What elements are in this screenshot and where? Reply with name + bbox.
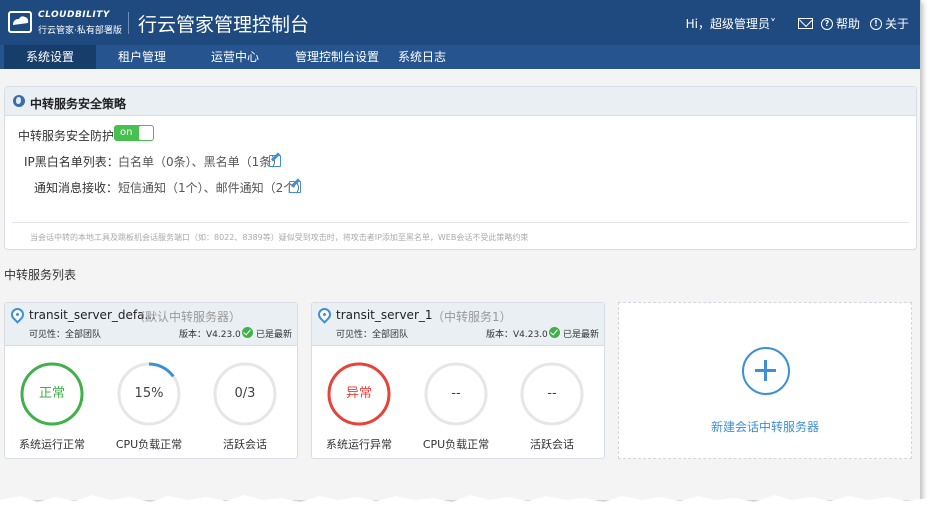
toggle-label: on [120, 127, 133, 138]
about-label: 关于 [884, 17, 909, 31]
sessions-caption: 活跃会话 [223, 438, 267, 451]
toggle-knob [139, 126, 153, 140]
console-window: CLOUDBILITY 行云管家·私有部署版 行云管家管理控制台 Hi，超级管理… [0, 0, 921, 500]
tab-system-log[interactable]: 系统日志 [392, 45, 452, 69]
policy-note: 当会话中转的本地工具及跳板机会话服务端口（如：8022、8389等）疑似受到攻击… [30, 233, 529, 242]
check-circle-icon [242, 327, 253, 338]
cpu-gauge: -- [424, 362, 488, 426]
add-server-card[interactable]: 新建会话中转服务器 [618, 302, 912, 459]
sessions-value: 0/3 [234, 386, 256, 401]
location-pin-icon [8, 305, 27, 324]
ip-list-label: IP黑白名单列表： [24, 155, 119, 169]
edit-ip-list-icon[interactable] [269, 155, 281, 167]
logo-tagline: 行云管家·私有部署版 [38, 26, 122, 36]
cpu-value: -- [451, 386, 461, 401]
logo-name: CLOUDBILITY [38, 10, 110, 20]
user-greeting: Hi，超级管理员 [685, 17, 770, 31]
location-pin-icon [315, 305, 334, 324]
main-nav: 系统设置 租户管理 运营中心 管理控制台设置 系统日志 [0, 45, 920, 69]
edit-notify-icon[interactable] [289, 181, 301, 193]
status-caption: 系统运行异常 [326, 438, 392, 451]
user-menu[interactable]: Hi，超级管理员˅ [686, 15, 776, 32]
help-link[interactable]: ? 帮助 [820, 15, 860, 32]
chevron-down-icon: ˅ [769, 17, 776, 31]
sessions-gauge: 0/3 [213, 362, 277, 426]
notify-label: 通知消息接收： [34, 181, 119, 195]
server-card-header: transit_server_1 （中转服务1） 可见性：全部团队 版本：V4.… [312, 303, 604, 346]
server-visibility: 可见性：全部团队 [336, 330, 409, 340]
plus-circle-icon[interactable] [742, 347, 790, 395]
add-server-label[interactable]: 新建会话中转服务器 [619, 418, 911, 435]
server-name[interactable]: transit_server_1 [336, 308, 433, 322]
status-value: 正常 [38, 386, 65, 401]
server-card[interactable]: transit_server_1 （中转服务1） 可见性：全部团队 版本：V4.… [311, 302, 605, 459]
status-value: 异常 [345, 386, 372, 401]
server-version: 版本：V4.23.0 [486, 330, 548, 340]
help-icon: ? [820, 17, 833, 30]
help-label: 帮助 [835, 17, 860, 31]
sessions-value: -- [547, 386, 557, 401]
tab-console-settings[interactable]: 管理控制台设置 [282, 45, 392, 69]
tab-tenant-management[interactable]: 租户管理 [96, 45, 188, 69]
panel-title: 中转服务安全策略 [30, 97, 127, 111]
security-protect-toggle[interactable]: on [114, 125, 154, 141]
tab-system-settings[interactable]: 系统设置 [4, 45, 96, 69]
server-latest: 已是最新 [563, 330, 600, 340]
server-card-header: transit_server_defa... （默认中转服务器） 可见性：全部团… [5, 303, 297, 346]
check-circle-icon [549, 327, 560, 338]
status-gauge: 异常 [327, 362, 391, 426]
sessions-caption: 活跃会话 [530, 438, 574, 451]
server-visibility: 可见性：全部团队 [29, 330, 102, 340]
cloud-logo-icon [8, 11, 32, 33]
status-caption: 系统运行正常 [19, 438, 85, 451]
server-latest: 已是最新 [256, 330, 293, 340]
status-gauge: 正常 [20, 362, 84, 426]
top-header: CLOUDBILITY 行云管家·私有部署版 行云管家管理控制台 Hi，超级管理… [0, 0, 920, 45]
server-subtitle: （默认中转服务器） [133, 310, 242, 324]
sessions-gauge: -- [520, 362, 584, 426]
app-title: 行云管家管理控制台 [138, 14, 310, 36]
brand-logo[interactable]: CLOUDBILITY 行云管家·私有部署版 [8, 9, 122, 36]
cpu-caption: CPU负载正常 [422, 438, 490, 451]
mail-icon[interactable] [797, 18, 813, 29]
header-actions: Hi，超级管理员˅ ? 帮助 ! 关于 [686, 15, 909, 32]
globe-icon [13, 95, 25, 107]
notify-value: 短信通知（1个）、邮件通知（2个） [118, 181, 308, 195]
header-divider [128, 12, 129, 34]
cpu-gauge: 15% [117, 362, 181, 426]
panel-header: 中转服务安全策略 [5, 87, 916, 116]
torn-edge [0, 495, 930, 523]
cpu-caption: CPU负载正常 [115, 438, 183, 451]
panel-divider [12, 222, 909, 223]
info-icon: ! [869, 17, 882, 30]
about-link[interactable]: ! 关于 [869, 15, 909, 32]
server-version: 版本：V4.23.0 [179, 330, 241, 340]
ip-list-value: 白名单（0条）、黑名单（1条） [118, 155, 284, 169]
servers-section-title: 中转服务列表 [4, 268, 77, 282]
server-subtitle: （中转服务1） [432, 310, 512, 324]
protect-label: 中转服务安全防护： [18, 129, 127, 143]
tab-operation-center[interactable]: 运营中心 [188, 45, 282, 69]
cpu-value: 15% [134, 386, 164, 401]
server-card[interactable]: transit_server_defa... （默认中转服务器） 可见性：全部团… [4, 302, 298, 459]
